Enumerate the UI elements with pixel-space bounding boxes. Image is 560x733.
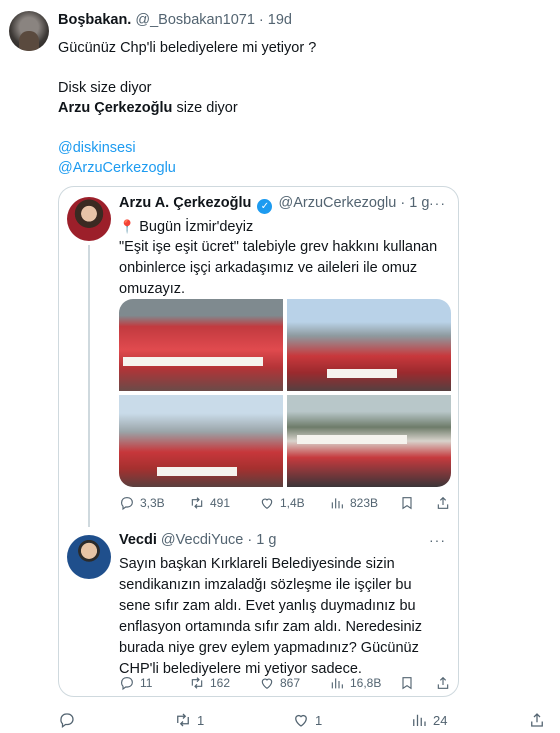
views-chart-icon	[331, 498, 343, 509]
author-name[interactable]: Vecdi	[119, 532, 157, 548]
text: Bugün İzmir'deyiz	[139, 219, 254, 235]
quoted-text: 📍 Bugün İzmir'deyiz "Eşit işe eşit ücret…	[119, 216, 453, 300]
views-count: 823B	[350, 496, 379, 510]
author-handle-time[interactable]: @VecdiYuce · 1 g	[161, 532, 276, 548]
tweet[interactable]: Boşbakan. @_Bosbakan1071 · 19d Gücünüz C…	[0, 0, 560, 733]
mention-link[interactable]: @diskinsesi	[58, 138, 538, 158]
media-grid	[119, 299, 451, 487]
tweet-text-line: sene sıfır zam aldı. Evet yanlış duymadı…	[119, 598, 416, 614]
share-icon	[437, 496, 449, 509]
share-button[interactable]	[435, 493, 451, 513]
reply-icon	[121, 497, 133, 511]
tweet-text-line: 📍 Bugün İzmir'deyiz	[119, 216, 453, 237]
text: size diyor	[172, 100, 238, 116]
more-options-icon[interactable]: ···	[429, 195, 446, 211]
verified-badge-icon: ✓	[257, 199, 273, 214]
more-options-icon[interactable]: ···	[429, 532, 446, 548]
like-count: 867	[280, 676, 301, 690]
views-button[interactable]: 823B	[329, 493, 378, 513]
retweet-count: 1	[197, 712, 205, 728]
retweet-icon	[191, 497, 203, 509]
tweet-header: Boşbakan. @_Bosbakan1071 · 19d	[58, 12, 292, 28]
reply-button[interactable]: 11	[119, 673, 152, 693]
views-button[interactable]: 24	[410, 710, 447, 730]
like-button[interactable]: 1,4B	[259, 493, 305, 513]
reply-header: Vecdi @VecdiYuce · 1 g	[119, 532, 276, 548]
reply-button[interactable]	[58, 710, 81, 730]
avatar[interactable]	[9, 11, 49, 51]
bold-text: Arzu Çerkezoğlu	[58, 100, 173, 116]
views-count: 24	[433, 712, 448, 728]
reply-button[interactable]: 3,3B	[119, 493, 165, 513]
tweet-text-line: onbinlerce işçi arkadaşımız ve aileleri …	[119, 260, 418, 276]
reply-count: 11	[140, 676, 153, 690]
tweet-text-line: Sayın başkan Kırklareli Belediyesinde si…	[119, 556, 395, 572]
bookmark-button[interactable]	[399, 493, 415, 513]
heart-icon	[295, 714, 307, 727]
bookmark-button[interactable]	[399, 673, 415, 693]
tweet-actions: 1 1 24	[58, 710, 548, 730]
quoted-actions: 3,3B 491 1,4B 823B	[119, 493, 449, 513]
reply-text: Sayın başkan Kırklareli Belediyesinde si…	[119, 554, 453, 680]
avatar[interactable]	[67, 197, 111, 241]
retweet-icon	[177, 713, 189, 727]
quoted-thread[interactable]: Arzu A. Çerkezoğlu ✓ @ArzuCerkezoglu · 1…	[58, 186, 459, 697]
share-button[interactable]	[528, 710, 546, 730]
bookmark-icon	[402, 497, 412, 510]
views-chart-icon	[413, 714, 426, 726]
share-button[interactable]	[435, 673, 451, 693]
like-button[interactable]: 1	[292, 710, 322, 730]
bookmark-icon	[402, 677, 412, 690]
like-count: 1,4B	[280, 496, 305, 510]
author-handle-time[interactable]: @ArzuCerkezoglu · 1 g	[278, 195, 429, 211]
mention-link[interactable]: @ArzuCerkezoglu	[58, 158, 538, 178]
reply-count: 3,3B	[140, 496, 165, 510]
heart-icon	[261, 498, 273, 510]
crowd-photo[interactable]	[119, 395, 283, 487]
retweet-button[interactable]: 1	[174, 710, 204, 730]
heart-icon	[261, 678, 273, 690]
author-handle-time[interactable]: @_Bosbakan1071 · 19d	[135, 12, 292, 28]
retweet-count: 491	[210, 496, 231, 510]
views-chart-icon	[331, 678, 343, 689]
tweet-text-line: enflasyon ortamında sıfır zam aldı. Nere…	[119, 619, 423, 635]
crowd-photo[interactable]	[119, 299, 283, 391]
tweet-text-line: Arzu Çerkezoğlu size diyor	[58, 98, 538, 118]
reply-icon	[121, 677, 133, 691]
share-icon	[437, 676, 449, 689]
tweet-text-line: sendikanızın imzaladğı sözleşme ile işçi…	[119, 577, 412, 593]
reply-icon	[60, 713, 74, 729]
avatar[interactable]	[67, 535, 111, 579]
crowd-photo[interactable]	[287, 299, 451, 391]
pin-icon: 📍	[119, 219, 136, 234]
crowd-photo[interactable]	[287, 395, 451, 487]
thread-connector	[88, 245, 90, 527]
retweet-icon	[191, 677, 203, 689]
retweet-button[interactable]: 162	[189, 673, 230, 693]
like-button[interactable]: 867	[259, 673, 300, 693]
retweet-button[interactable]: 491	[189, 493, 230, 513]
author-name[interactable]: Boşbakan.	[58, 12, 131, 28]
share-icon	[531, 713, 543, 727]
tweet-text: Gücünüz Chp'li belediyelere mi yetiyor ?…	[58, 38, 538, 178]
quoted-header: Arzu A. Çerkezoğlu ✓ @ArzuCerkezoglu · 1…	[119, 195, 429, 214]
tweet-text-line: omuzayız.	[119, 281, 186, 297]
tweet-text-line: Disk size diyor	[58, 80, 152, 96]
reply-actions: 11 162 867 16,8B	[119, 673, 449, 693]
tweet-text-line: "Eşit işe eşit ücret" talebiyle grev hak…	[119, 239, 438, 255]
views-count: 16,8B	[350, 676, 382, 690]
retweet-count: 162	[210, 676, 231, 690]
views-button[interactable]: 16,8B	[329, 673, 381, 693]
tweet-text-line: burada niye grev eylem yapmadınız? Gücün…	[119, 640, 419, 656]
author-name[interactable]: Arzu A. Çerkezoğlu	[119, 195, 251, 211]
like-count: 1	[315, 712, 323, 728]
tweet-text-line: Gücünüz Chp'li belediyelere mi yetiyor ?	[58, 40, 317, 56]
